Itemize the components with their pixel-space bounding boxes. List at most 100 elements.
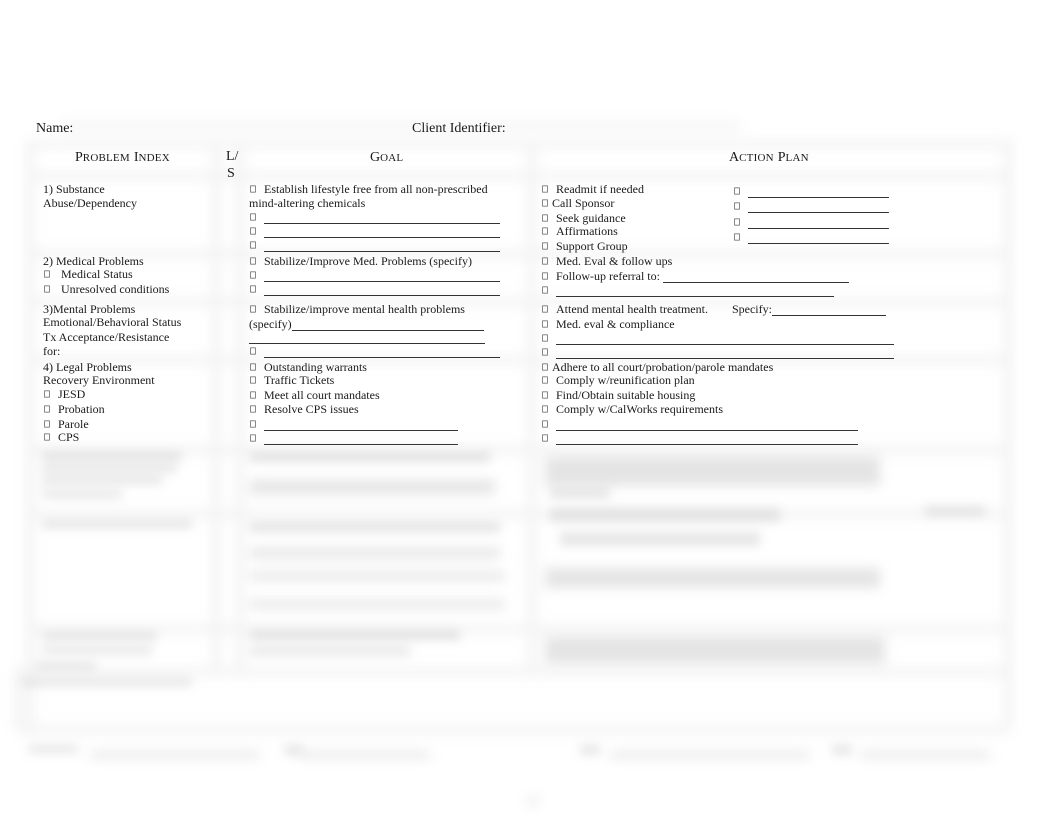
action-text: Affirmations (556, 224, 618, 238)
action-text: Follow-up referral to: (556, 269, 660, 283)
blank-line[interactable] (264, 270, 500, 282)
action-item: Find/Obtain suitable housing (541, 388, 695, 402)
checkbox-icon[interactable] (542, 320, 548, 328)
checkbox-icon[interactable] (542, 376, 548, 384)
header-rest: ROBLEM (82, 152, 130, 164)
goal-blank-item (249, 238, 500, 252)
blank-line[interactable] (264, 240, 500, 252)
checkbox-icon[interactable] (250, 241, 256, 249)
column-header-problem-index: PROBLEM INDEX (75, 148, 170, 166)
checkbox-icon[interactable] (250, 271, 256, 279)
blank-line[interactable] (249, 332, 485, 344)
checkbox-icon[interactable] (250, 363, 256, 371)
checkbox-icon[interactable] (542, 214, 548, 222)
checkbox-icon[interactable] (542, 257, 548, 265)
blank-line[interactable] (748, 217, 889, 229)
checkbox-icon[interactable] (250, 347, 256, 355)
checkbox-icon[interactable] (734, 187, 740, 195)
checkbox-icon[interactable] (44, 270, 50, 278)
checkbox-icon[interactable] (542, 286, 548, 294)
checkbox-icon[interactable] (44, 285, 50, 293)
checkbox-icon[interactable] (542, 199, 548, 207)
name-label: Name: (36, 121, 74, 136)
problem-4-line1: 4) Legal Problems (43, 360, 132, 374)
blank-line[interactable] (556, 285, 834, 297)
checkbox-icon[interactable] (542, 363, 548, 371)
checkbox-icon[interactable] (542, 242, 548, 250)
goal-text: Stabilize/improve mental health problems (264, 302, 465, 316)
problem-sub-text: Parole (58, 417, 89, 431)
checkbox-icon[interactable] (250, 227, 256, 235)
blank-line[interactable] (748, 186, 889, 198)
problem-4-sub: Probation (43, 402, 105, 416)
checkbox-icon[interactable] (250, 285, 256, 293)
action-item: Attend mental health treatment. Specify: (541, 302, 886, 316)
checkbox-icon[interactable] (44, 390, 50, 398)
checkbox-icon[interactable] (250, 376, 256, 384)
checkbox-icon[interactable] (542, 405, 548, 413)
client-identifier-label: Client Identifier: (412, 121, 506, 136)
checkbox-icon[interactable] (250, 391, 256, 399)
checkbox-icon[interactable] (542, 334, 548, 342)
blank-line[interactable] (264, 419, 458, 431)
blank-line[interactable] (556, 419, 858, 431)
action-item: Med. Eval & follow ups (541, 254, 672, 268)
action-specify-label: Specify: (731, 302, 772, 316)
action-text: Comply w/CalWorks requirements (556, 402, 724, 416)
problem-1-line2: Abuse/Dependency (43, 196, 137, 210)
goal-blank-item (249, 344, 500, 358)
checkbox-icon[interactable] (250, 213, 256, 221)
blank-line[interactable] (556, 333, 894, 345)
checkbox-icon[interactable] (542, 272, 548, 280)
checkbox-icon[interactable] (250, 405, 256, 413)
problem-sub-text: Unresolved conditions (61, 282, 170, 296)
blank-line[interactable] (662, 271, 849, 283)
header-rest: LAN (785, 152, 809, 164)
problem-4-sub: Parole (43, 417, 89, 431)
table-frame (0, 0, 1062, 822)
blank-line[interactable] (264, 284, 500, 296)
checkbox-icon[interactable] (250, 257, 256, 265)
problem-2-line1: 2) Medical Problems (43, 254, 144, 268)
checkbox-icon[interactable] (542, 185, 548, 193)
blank-line[interactable] (556, 433, 858, 445)
goal-item: Resolve CPS issues (249, 402, 359, 416)
checkbox-icon[interactable] (44, 405, 50, 413)
checkbox-icon[interactable] (250, 420, 256, 428)
action-item: Comply w/reunification plan (541, 373, 695, 387)
checkbox-icon[interactable] (44, 420, 50, 428)
blank-line[interactable] (264, 212, 500, 224)
blank-line[interactable] (264, 433, 458, 445)
goal-item: Meet all court mandates (249, 388, 380, 402)
blank-line[interactable] (771, 304, 886, 316)
checkbox-icon[interactable] (542, 391, 548, 399)
action-item: Call Sponsor (541, 196, 614, 210)
checkbox-icon[interactable] (542, 348, 548, 356)
checkbox-icon[interactable] (44, 433, 50, 441)
action-text: Attend mental health treatment. (556, 302, 708, 316)
checkbox-icon[interactable] (250, 185, 256, 193)
goal-specify: (specify) (249, 317, 484, 331)
goal-text: Resolve CPS issues (264, 402, 359, 416)
checkbox-icon[interactable] (734, 233, 740, 241)
checkbox-icon[interactable] (542, 420, 548, 428)
goal-blank-item (249, 268, 500, 282)
checkbox-icon[interactable] (542, 434, 548, 442)
blank-line[interactable] (748, 201, 889, 213)
blank-line[interactable] (748, 232, 889, 244)
checkbox-icon[interactable] (542, 305, 548, 313)
checkbox-icon[interactable] (734, 218, 740, 226)
action-blank-item (733, 199, 889, 213)
blank-line[interactable] (264, 346, 500, 358)
checkbox-icon[interactable] (250, 305, 256, 313)
action-blank-item (541, 283, 834, 297)
goal-blank-continued (249, 330, 485, 344)
checkbox-icon[interactable] (250, 434, 256, 442)
blank-line[interactable] (264, 226, 500, 238)
action-text: Seek guidance (556, 211, 626, 225)
blank-line[interactable] (556, 347, 894, 359)
action-text: Comply w/reunification plan (556, 373, 695, 387)
goal-item: Stabilize/Improve Med. Problems (specify… (249, 254, 472, 268)
checkbox-icon[interactable] (542, 227, 548, 235)
checkbox-icon[interactable] (734, 202, 740, 210)
